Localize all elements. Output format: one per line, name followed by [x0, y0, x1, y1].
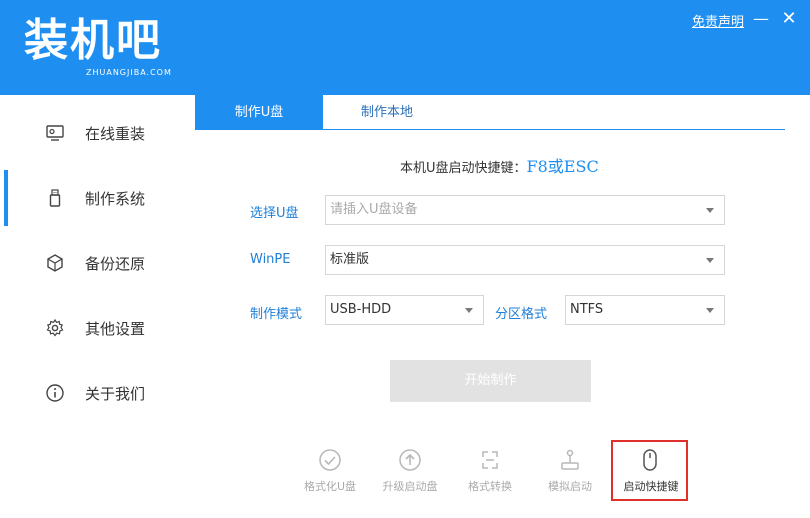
mouse-icon — [638, 448, 662, 472]
boot-hotkey-button[interactable]: 启动快捷键 — [611, 440, 688, 501]
upgrade-boot-disk-button[interactable]: 升级启动盘 — [372, 445, 448, 497]
tab-make-usb[interactable]: 制作U盘 — [195, 95, 323, 130]
info-icon — [44, 382, 66, 404]
tool-label: 启动快捷键 — [623, 480, 679, 493]
usb-select-value: 请插入U盘设备 — [330, 202, 418, 217]
winpe-label: WinPE — [250, 252, 291, 267]
chevron-down-icon — [706, 308, 714, 313]
tool-label: 格式化U盘 — [303, 480, 357, 493]
convert-icon — [478, 448, 502, 472]
arrow-up-circle-icon — [398, 448, 422, 472]
tool-label: 格式转换 — [468, 480, 512, 493]
sidebar-item-online-reinstall[interactable]: 在线重装 — [0, 105, 190, 161]
sidebar-item-label: 在线重装 — [85, 124, 146, 143]
mode-select-value: USB-HDD — [330, 302, 392, 317]
chevron-down-icon — [706, 208, 714, 213]
hotkey-value: F8或ESC — [526, 157, 599, 176]
simulate-boot-button[interactable]: 模拟启动 — [532, 445, 608, 497]
partition-select-value: NTFS — [570, 302, 604, 317]
usb-drive-icon — [44, 187, 66, 209]
sidebar-item-label: 制作系统 — [85, 189, 146, 208]
logo-text: 装机吧 — [24, 15, 162, 66]
sidebar-item-backup-restore[interactable]: 备份还原 — [0, 235, 190, 291]
hotkey-info: 本机U盘启动快捷键：F8或ESC — [400, 153, 599, 177]
sidebar: 在线重装 制作系统 备份还原 其他设置 关于我们 — [0, 95, 190, 518]
disclaimer-link[interactable]: 免责声明 — [692, 11, 744, 30]
format-convert-button[interactable]: 格式转换 — [452, 445, 528, 497]
sidebar-item-label: 其他设置 — [85, 319, 146, 338]
joystick-icon — [558, 448, 582, 472]
logo-subtext: ZHUANGJIBA.COM — [86, 68, 172, 77]
cube-icon — [44, 252, 66, 274]
chevron-down-icon — [465, 308, 473, 313]
header-bar: 装机吧 ZHUANGJIBA.COM 免责声明 — ✕ — [0, 0, 810, 95]
close-button[interactable]: ✕ — [779, 9, 799, 29]
monitor-icon — [44, 122, 66, 144]
gear-icon — [44, 317, 66, 339]
winpe-select-value: 标准版 — [330, 252, 370, 267]
partition-label: 分区格式 — [495, 307, 548, 322]
tab-bar: 制作U盘 制作本地 — [195, 95, 785, 130]
app-window: 装机吧 ZHUANGJIBA.COM 免责声明 — ✕ 在线重装 制作系统 备份… — [0, 0, 810, 518]
start-make-button[interactable]: 开始制作 — [390, 360, 591, 402]
partition-select[interactable]: NTFS — [565, 295, 725, 325]
mode-select[interactable]: USB-HDD — [325, 295, 484, 325]
sidebar-item-about-us[interactable]: 关于我们 — [0, 365, 190, 421]
tool-label: 升级启动盘 — [382, 480, 438, 493]
usb-select[interactable]: 请插入U盘设备 — [325, 195, 725, 225]
format-usb-button[interactable]: 格式化U盘 — [292, 445, 368, 497]
sidebar-item-make-system[interactable]: 制作系统 — [0, 170, 190, 226]
sidebar-item-other-settings[interactable]: 其他设置 — [0, 300, 190, 356]
winpe-select[interactable]: 标准版 — [325, 245, 725, 275]
hotkey-label: 本机U盘启动快捷键： — [400, 161, 527, 176]
main-panel: 制作U盘 制作本地 本机U盘启动快捷键：F8或ESC 选择U盘 请插入U盘设备 … — [195, 95, 785, 518]
tab-make-local[interactable]: 制作本地 — [323, 95, 451, 130]
tool-label: 模拟启动 — [548, 480, 592, 493]
mode-label: 制作模式 — [250, 307, 303, 322]
sidebar-item-label: 关于我们 — [85, 384, 146, 403]
minimize-button[interactable]: — — [751, 9, 771, 29]
logo: 装机吧 ZHUANGJIBA.COM — [24, 14, 174, 84]
sidebar-item-label: 备份还原 — [85, 254, 146, 273]
chevron-down-icon — [706, 258, 714, 263]
usb-select-label: 选择U盘 — [250, 206, 299, 221]
check-circle-icon — [318, 448, 342, 472]
